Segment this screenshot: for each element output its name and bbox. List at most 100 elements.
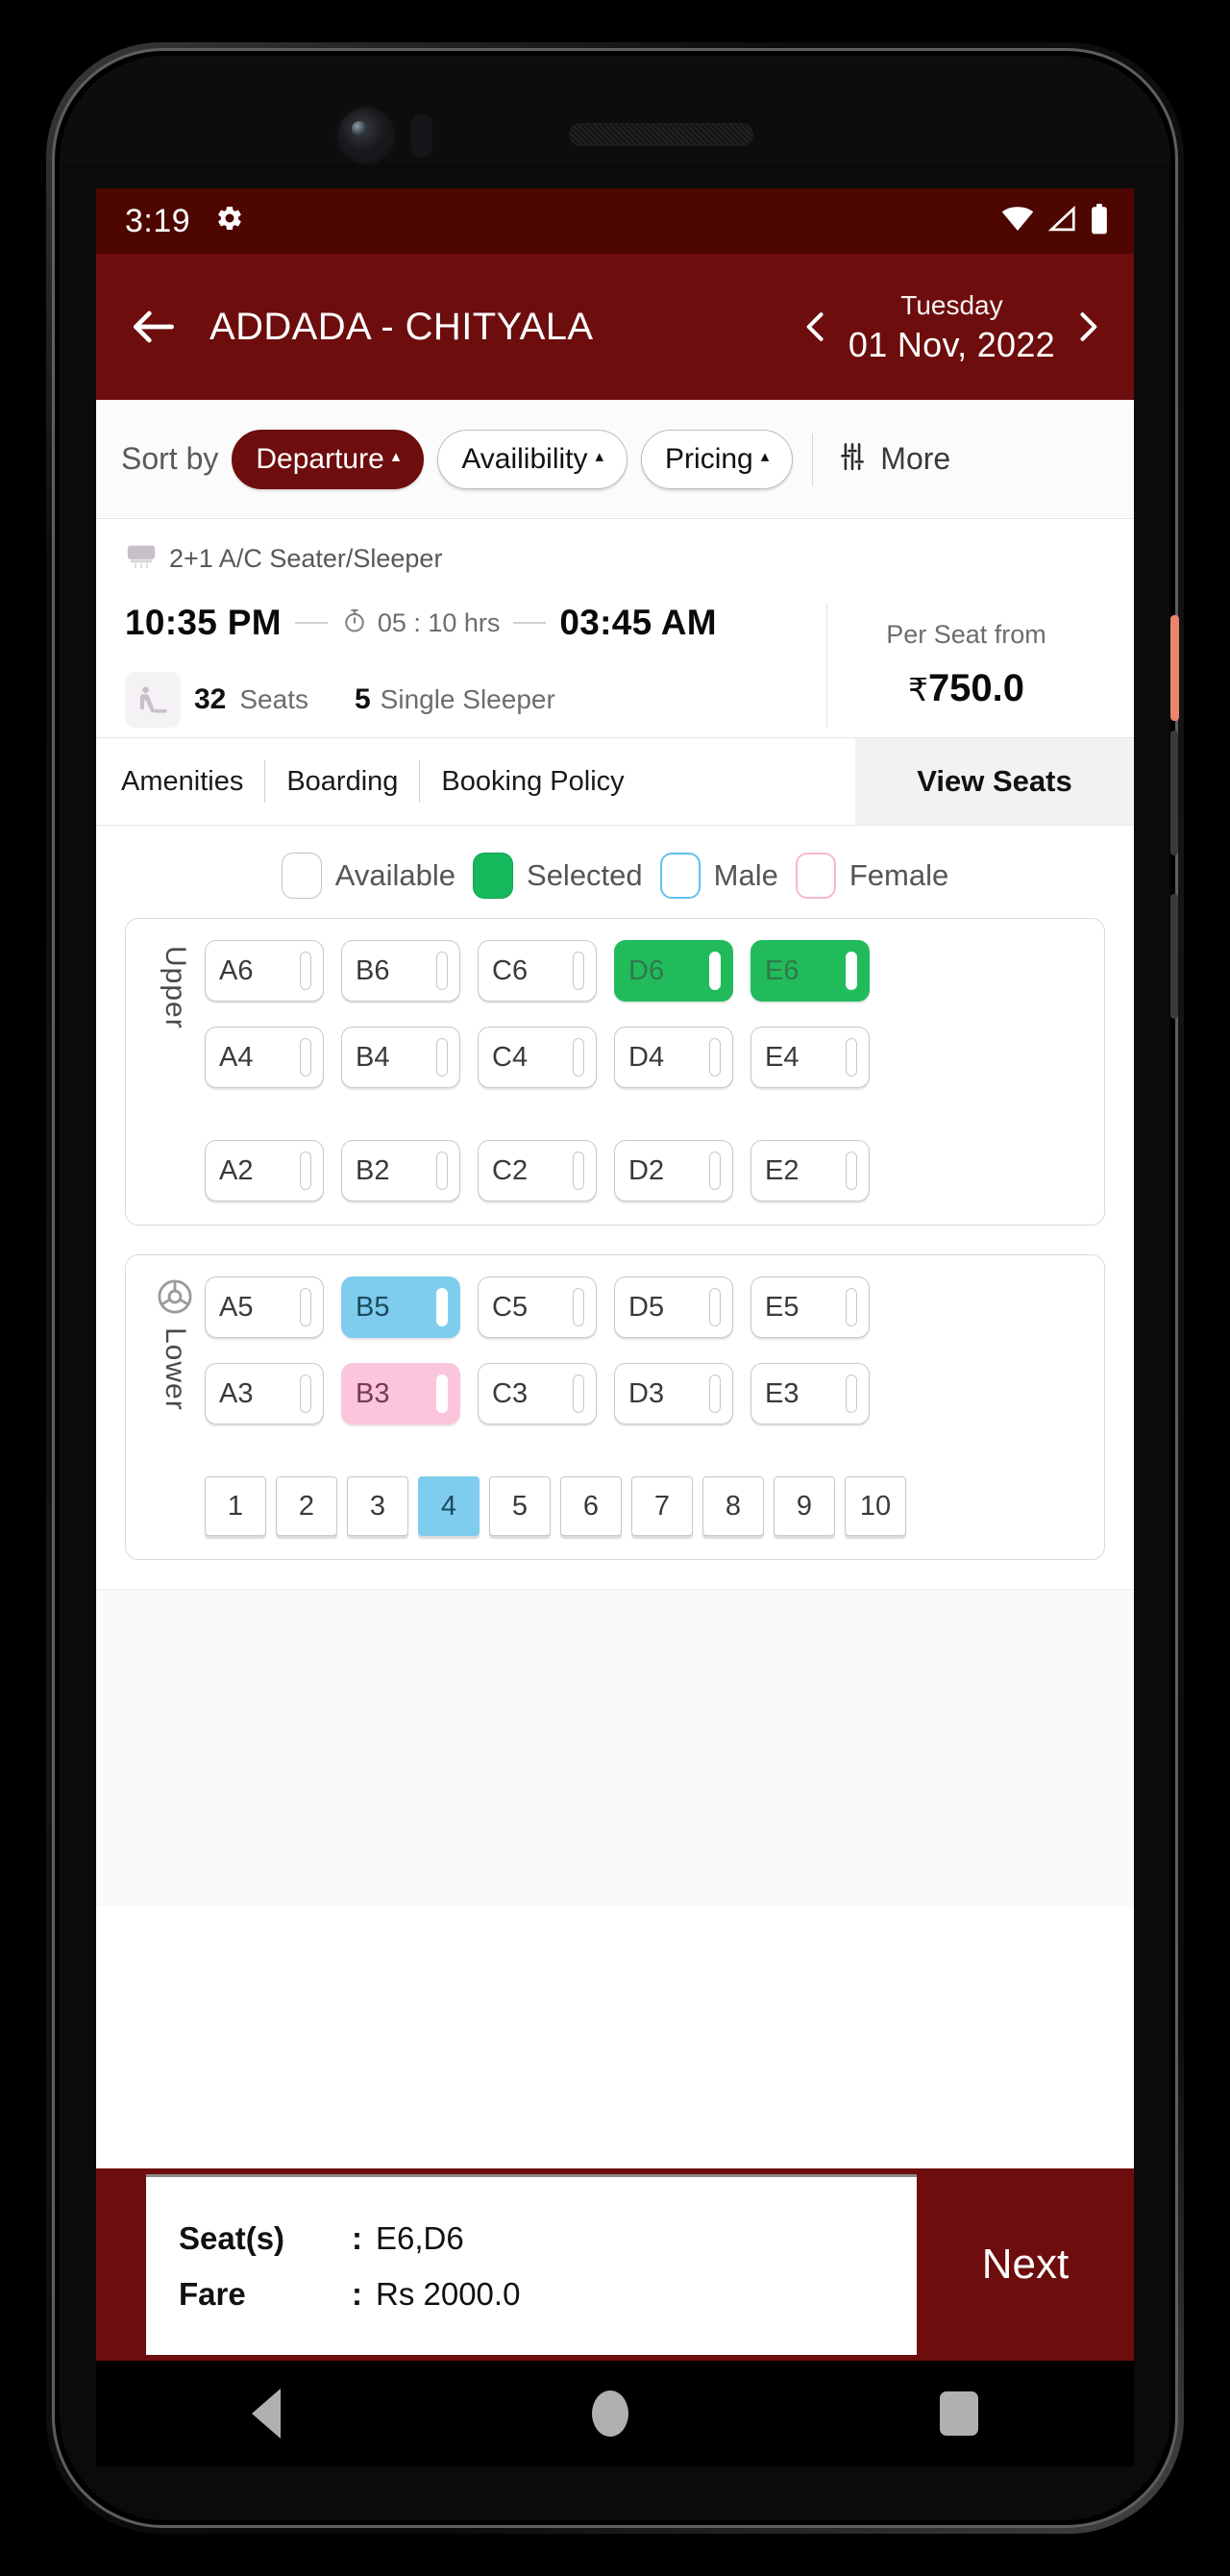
sleeper-indicator-icon [300,1288,311,1326]
seat-7[interactable]: 7 [631,1476,693,1536]
tabs-row: Amenities Boarding Booking Policy View S… [96,737,1134,826]
lower-deck-panel: Lower A5 B5 C5 D5 E5 A3 B3 C3 D3 E3 1 2 … [125,1254,1105,1560]
seat-C6[interactable]: C6 [478,940,597,1002]
upper-deck-label: Upper [160,946,191,1029]
sleeper-indicator-icon [709,1375,721,1413]
sleeper-indicator-icon [709,1152,721,1190]
tab-booking-policy[interactable]: Booking Policy [420,766,645,798]
seat-3[interactable]: 3 [347,1476,408,1536]
seat-label: D4 [628,1041,665,1073]
seat-D4[interactable]: D4 [614,1027,733,1088]
seat-1[interactable]: 1 [205,1476,266,1536]
date-value: 01 Nov, 2022 [848,325,1055,365]
tab-boarding[interactable]: Boarding [265,766,419,798]
seat-B2[interactable]: B2 [341,1140,460,1201]
sort-chip-availibility[interactable]: Availibility ▴ [437,429,628,489]
seat-A6[interactable]: A6 [205,940,324,1002]
nav-back-icon[interactable] [252,2389,281,2439]
nav-home-icon[interactable] [592,2390,628,2437]
seat-label: D3 [628,1377,665,1409]
sort-chip-departure-label: Departure [256,442,384,475]
seat-E2[interactable]: E2 [750,1140,870,1201]
seat-label: E4 [765,1041,800,1073]
nav-recents-icon[interactable] [940,2391,978,2436]
date-selector: Tuesday 01 Nov, 2022 [795,287,1109,367]
seat-label: B5 [356,1291,390,1323]
power-button[interactable] [1170,615,1179,721]
seat-label: C4 [492,1041,529,1073]
seat-A3[interactable]: A3 [205,1363,324,1424]
seat-6[interactable]: 6 [560,1476,622,1536]
seat-8[interactable]: 8 [702,1476,764,1536]
phone-screen: 3:19 ADDADA - CHITYALA Tuesday 01 Nov, 2… [96,188,1134,2361]
sort-chip-departure[interactable]: Departure ▴ [232,429,425,489]
seat-B5[interactable]: B5 [341,1276,460,1338]
seat-label: B6 [356,954,390,986]
seats-word: Seats [239,684,308,714]
price-number: 750.0 [927,667,1025,709]
sleeper-indicator-icon [436,952,448,990]
seat-C2[interactable]: C2 [478,1140,597,1201]
seat-A2[interactable]: A2 [205,1140,324,1201]
seat-9[interactable]: 9 [774,1476,835,1536]
seat-E3[interactable]: E3 [750,1363,870,1424]
tab-amenities[interactable]: Amenities [121,766,264,798]
volume-down-button[interactable] [1170,894,1178,1019]
prev-date-button[interactable] [795,306,837,348]
seat-D2[interactable]: D2 [614,1140,733,1201]
seat-D5[interactable]: D5 [614,1276,733,1338]
seat-A4[interactable]: A4 [205,1027,324,1088]
seat-B6[interactable]: B6 [341,940,460,1002]
seats-line: 32 Seats 5 Single Sleeper [125,672,807,728]
seat-2[interactable]: 2 [276,1476,337,1536]
seat-label: A3 [219,1377,254,1409]
seat-C5[interactable]: C5 [478,1276,597,1338]
seat-label: B4 [356,1041,390,1073]
sleeper-indicator-icon [573,1375,584,1413]
seat-5[interactable]: 5 [489,1476,551,1536]
seat-10[interactable]: 10 [845,1476,906,1536]
page-title: ADDADA - CHITYALA [209,305,594,348]
seat-label: E6 [765,954,800,986]
seat-C3[interactable]: C3 [478,1363,597,1424]
price-block: Per Seat from ₹750.0 [826,603,1105,728]
signal-icon [1047,205,1076,237]
seat-E4[interactable]: E4 [750,1027,870,1088]
sort-bar: Sort by Departure ▴ Availibility ▴ Prici… [96,400,1134,519]
caret-up-icon: ▴ [760,447,770,465]
volume-up-button[interactable] [1170,731,1178,855]
legend-swatch-female [795,853,836,899]
seat-label: D5 [628,1291,665,1323]
bus-card: 2+1 A/C Seater/Sleeper 10:35 PM 05: 10 … [96,519,1134,737]
seat-C4[interactable]: C4 [478,1027,597,1088]
fare-value: Rs 2000.0 [376,2275,521,2312]
next-date-button[interactable] [1067,306,1109,348]
seat-D3[interactable]: D3 [614,1363,733,1424]
stopwatch-icon [341,607,368,639]
back-arrow-icon[interactable] [127,300,181,354]
app-bar: ADDADA - CHITYALA Tuesday 01 Nov, 2022 [96,254,1134,400]
seat-D6[interactable]: D6 [614,940,733,1002]
legend-selected: Selected [473,853,643,899]
seat-label: B3 [356,1377,390,1409]
legend-label-selected: Selected [527,858,643,892]
notch-area [60,56,1170,163]
seat-B3[interactable]: B3 [341,1363,460,1424]
tab-view-seats[interactable]: View Seats [855,738,1134,825]
lower-deck-label: Lower [160,1327,191,1411]
sort-chip-pricing[interactable]: Pricing ▴ [641,429,794,489]
seat-label: A2 [219,1154,254,1186]
more-filters-button[interactable]: More [836,440,950,478]
seat-E6[interactable]: E6 [750,940,870,1002]
single-sleeper-word: Single Sleeper [380,684,555,714]
seat-B4[interactable]: B4 [341,1027,460,1088]
seat-E5[interactable]: E5 [750,1276,870,1338]
seat-label: D6 [628,954,665,986]
seat-4[interactable]: 4 [418,1476,480,1536]
selected-seats-value: E6,D6 [376,2219,464,2256]
seat-A5[interactable]: A5 [205,1276,324,1338]
caret-up-icon: ▴ [595,447,604,465]
next-button[interactable]: Next [917,2168,1134,2361]
upper-deck-side: Upper [145,940,205,1029]
duration-label: 05 : 10 hrs [377,607,501,637]
